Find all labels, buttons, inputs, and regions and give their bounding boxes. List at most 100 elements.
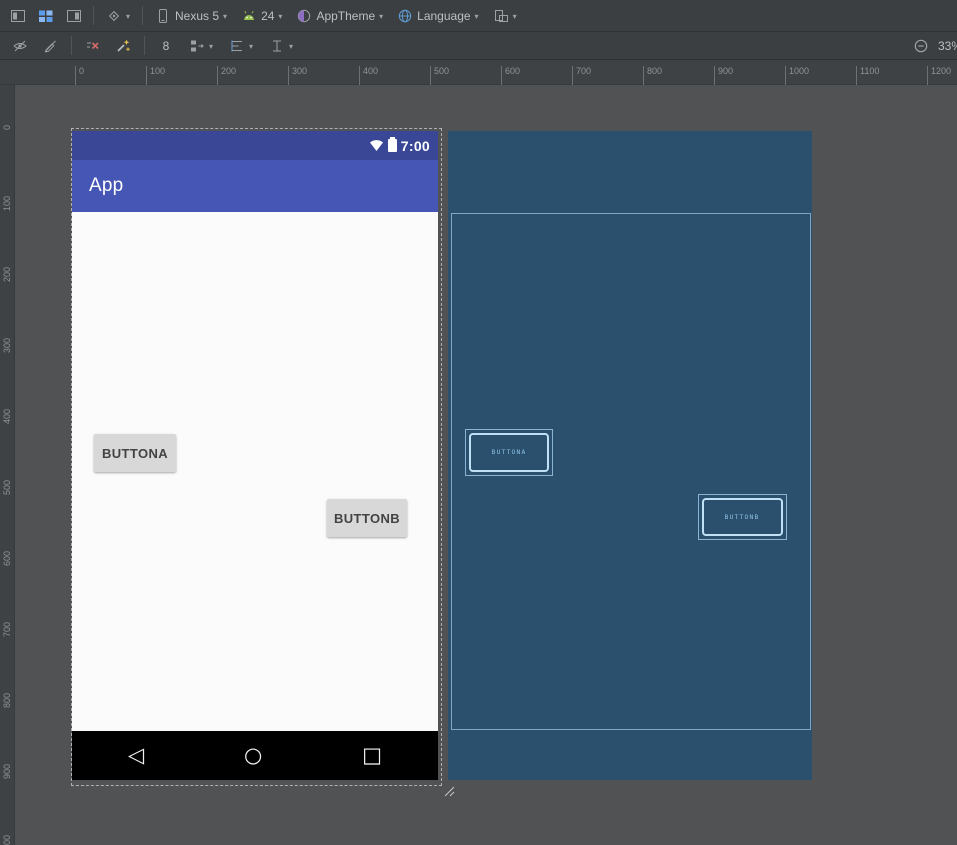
ruler-label: 500 — [430, 66, 449, 85]
device-label: Nexus 5 — [175, 9, 219, 23]
align-button[interactable]: ▾ — [223, 34, 259, 58]
chevron-down-icon: ▾ — [278, 11, 282, 21]
ruler-label: 1200 — [927, 66, 951, 85]
android-action-bar: App — [72, 160, 438, 212]
ruler-label: 800 — [2, 693, 12, 708]
view-options-button[interactable] — [7, 34, 33, 58]
pencil-slash-icon — [42, 38, 58, 54]
magic-wand-icon — [115, 38, 131, 54]
default-margin-value: 8 — [157, 39, 176, 53]
android-nav-bar: ◁ ○ □ — [72, 731, 438, 780]
device-selector[interactable]: Nexus 5 ▾ — [149, 4, 233, 28]
ruler-label: 1000 — [785, 66, 809, 85]
clear-constraints-icon — [85, 38, 101, 54]
ruler-label: 700 — [2, 622, 12, 637]
toolbar-separator — [93, 6, 94, 25]
ruler-label: 300 — [2, 338, 12, 353]
ruler-label: 600 — [2, 551, 12, 566]
ruler-label: 200 — [2, 267, 12, 282]
status-bar-clock: 7:00 — [401, 138, 430, 154]
chevron-down-icon: ▾ — [126, 11, 130, 21]
theme-selector[interactable]: AppTheme ▾ — [290, 4, 389, 28]
toolbar-separator — [71, 36, 72, 55]
autoconnect-toggle-button[interactable] — [37, 34, 63, 58]
guideline-icon — [269, 38, 285, 54]
show-both-button[interactable] — [61, 4, 87, 28]
zoom-out-icon — [913, 38, 929, 54]
theme-label: AppTheme — [316, 9, 375, 23]
chevron-down-icon: ▾ — [475, 11, 479, 21]
toolbar-separator — [144, 36, 145, 55]
ruler-label: 0 — [75, 66, 84, 85]
ruler-label: 900 — [714, 66, 733, 85]
design-button-b[interactable]: BUTTONB — [327, 499, 407, 537]
ruler-label: 200 — [217, 66, 236, 85]
pack-selection-button[interactable]: ▾ — [183, 34, 219, 58]
blueprint-button-b-outline: BUTTONB — [702, 498, 783, 536]
ruler-label: 800 — [643, 66, 662, 85]
zoom-out-button[interactable] — [908, 34, 934, 58]
ruler-label: 100 — [2, 196, 12, 211]
layout-editor: ▾ Nexus 5 ▾ 24 ▾ AppTheme ▾ — [0, 0, 957, 845]
render-config-button[interactable]: ▾ — [100, 4, 136, 28]
ruler-label: 100 — [146, 66, 165, 85]
api-label: 24 — [261, 9, 274, 23]
show-blueprint-button[interactable] — [33, 4, 59, 28]
infer-constraints-button[interactable] — [110, 34, 136, 58]
guidelines-button[interactable]: ▾ — [263, 34, 299, 58]
android-icon — [241, 8, 257, 24]
eye-slash-icon — [12, 38, 28, 54]
chevron-down-icon: ▾ — [379, 11, 383, 21]
constraint-toolbar: 8 ▾ ▾ ▾ — [0, 32, 957, 60]
toolbar-separator — [142, 6, 143, 25]
app-title: App — [89, 175, 123, 197]
ruler-label: 1000 — [2, 835, 12, 845]
phone-icon — [155, 8, 171, 24]
ruler-label: 400 — [359, 66, 378, 85]
design-button-a[interactable]: BUTTONA — [94, 434, 176, 472]
chevron-down-icon: ▾ — [249, 41, 253, 51]
blueprint-button-a-label: BUTTONA — [492, 449, 527, 456]
back-icon: ◁ — [128, 731, 144, 780]
android-status-bar: 7:00 — [72, 131, 438, 160]
orientation-icon — [493, 8, 509, 24]
battery-icon — [388, 139, 397, 152]
chevron-down-icon: ▾ — [209, 41, 213, 51]
home-icon: ○ — [244, 731, 262, 780]
vertical-ruler: 0 100 200 300 400 500 600 700 800 900 10… — [0, 85, 15, 845]
zoom-controls: 33% — [908, 32, 957, 60]
theme-icon — [296, 8, 312, 24]
default-margin-button[interactable]: 8 — [153, 34, 179, 58]
blueprint-button-a[interactable]: BUTTONA — [465, 429, 553, 476]
blueprint-button-b-label: BUTTONB — [725, 514, 760, 521]
ruler-label: 0 — [2, 125, 12, 130]
chevron-down-icon: ▾ — [513, 11, 517, 21]
ruler-label: 600 — [501, 66, 520, 85]
horizontal-ruler: 0 100 200 300 400 500 600 700 800 900 10… — [0, 60, 957, 85]
api-version-selector[interactable]: 24 ▾ — [235, 4, 288, 28]
language-label: Language — [417, 9, 470, 23]
chevron-down-icon: ▾ — [289, 41, 293, 51]
ruler-label: 300 — [288, 66, 307, 85]
show-design-button[interactable] — [5, 4, 31, 28]
language-selector[interactable]: Language ▾ — [391, 4, 484, 28]
ruler-label: 700 — [572, 66, 591, 85]
ruler-label: 400 — [2, 409, 12, 424]
globe-icon — [397, 8, 413, 24]
ruler-label: 1100 — [856, 66, 879, 85]
recents-icon: □ — [362, 731, 382, 780]
pack-icon — [189, 38, 205, 54]
design-surface-icon — [10, 8, 26, 24]
ruler-label: 900 — [2, 764, 12, 779]
wifi-icon — [369, 139, 384, 152]
orientation-selector[interactable]: ▾ — [487, 4, 523, 28]
design-toolbar: ▾ Nexus 5 ▾ 24 ▾ AppTheme ▾ — [0, 0, 957, 32]
split-view-icon — [66, 8, 82, 24]
chevron-down-icon: ▾ — [223, 11, 227, 21]
align-icon — [229, 38, 245, 54]
device-resize-handle[interactable] — [441, 783, 455, 797]
blueprint-grid-icon — [38, 8, 54, 24]
blueprint-button-b[interactable]: BUTTONB — [698, 494, 787, 540]
zoom-level-value: 33% — [938, 39, 957, 53]
clear-constraints-button[interactable] — [80, 34, 106, 58]
